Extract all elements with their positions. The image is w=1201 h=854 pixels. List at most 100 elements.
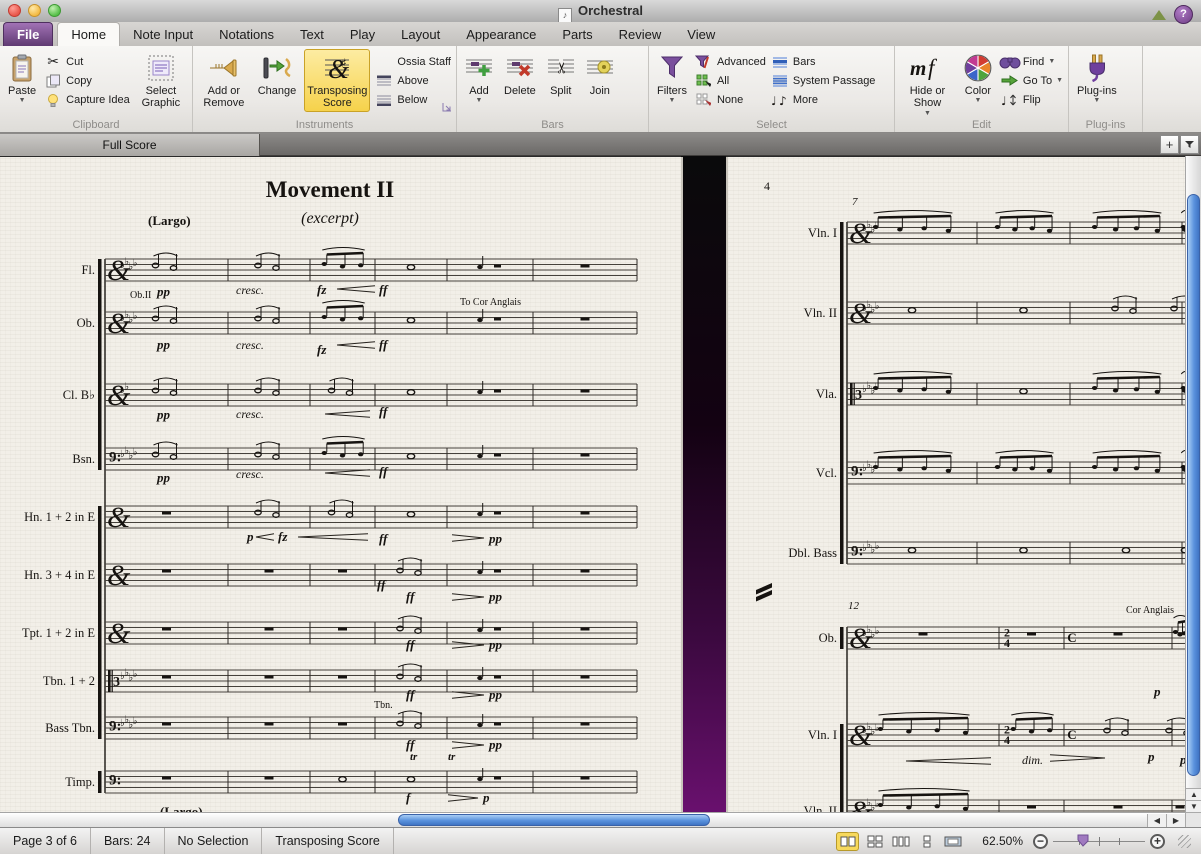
- left-page[interactable]: Fl.&♭♭♭♭Ob.&♭♭♭♭Cl. B♭&♭♭Bsn.9:♭♭♭♭Hn. 1…: [0, 157, 683, 827]
- zoom-out-button[interactable]: −: [1033, 834, 1048, 849]
- select-all-button-label: All: [717, 75, 729, 87]
- tab-review[interactable]: Review: [606, 23, 675, 46]
- system-passage-button[interactable]: System Passage: [771, 71, 876, 90]
- copy-button[interactable]: Copy: [44, 71, 130, 90]
- tab-text[interactable]: Text: [287, 23, 337, 46]
- view-mode-4-button[interactable]: [916, 833, 937, 850]
- resize-grip[interactable]: [1178, 835, 1191, 848]
- flip-button[interactable]: ♩Flip: [1001, 90, 1063, 109]
- tab-full-score[interactable]: Full Score: [0, 134, 260, 156]
- tab-play[interactable]: Play: [337, 23, 388, 46]
- vertical-scrollbar[interactable]: ▲▼: [1185, 156, 1201, 812]
- score-text: pp: [488, 687, 503, 702]
- cut-button-icon: ✂: [47, 54, 59, 70]
- horizontal-scrollbar[interactable]: ◀▶: [0, 812, 1185, 827]
- join-bars-button[interactable]: Join: [583, 49, 617, 99]
- bass-clef-icon: 9:: [109, 773, 122, 789]
- group-label-edit: Edit: [895, 119, 1068, 131]
- find-button[interactable]: Find▼: [1001, 52, 1063, 71]
- score-text: ff: [379, 531, 389, 546]
- ossia-below-button[interactable]: Below: [375, 90, 451, 109]
- ossia-above-button[interactable]: Above: [375, 71, 451, 90]
- add-or-remove-button[interactable]: Add or Remove: [198, 49, 250, 112]
- zoom-in-button[interactable]: +: [1150, 834, 1165, 849]
- dialog-launcher-icon[interactable]: [442, 99, 452, 117]
- select-more-button[interactable]: ♩♪More: [771, 90, 876, 109]
- add-bars-button-icon: [465, 57, 493, 79]
- svg-text:♭: ♭: [875, 626, 880, 637]
- select-none-button[interactable]: None: [695, 90, 766, 109]
- svg-text:♭: ♭: [133, 311, 138, 322]
- tab-file[interactable]: File: [3, 22, 53, 46]
- filters-button-icon: [659, 54, 685, 82]
- add-bars-button-label: Add: [469, 85, 489, 97]
- add-bars-button[interactable]: Add▼: [462, 49, 496, 106]
- v-scroll-thumb[interactable]: [1187, 194, 1200, 776]
- hide-or-show-button[interactable]: mfHide or Show▼: [900, 49, 955, 119]
- select-bars-button[interactable]: Bars: [771, 52, 876, 71]
- color-button[interactable]: Color▼: [960, 49, 996, 106]
- select-more-button-label: More: [793, 94, 818, 106]
- zoom-window-button[interactable]: [48, 4, 61, 17]
- tab-appearance[interactable]: Appearance: [453, 23, 549, 46]
- chevron-down-icon: ▼: [1048, 58, 1055, 65]
- score-text: pp: [488, 589, 503, 604]
- scroll-up-button[interactable]: ▲: [1186, 788, 1201, 800]
- tab-parts[interactable]: Parts: [549, 23, 605, 46]
- select-graphic-button[interactable]: Select Graphic: [135, 49, 187, 112]
- transposing-score-button[interactable]: &♯Transposing Score: [304, 49, 370, 112]
- tab-note-input[interactable]: Note Input: [120, 23, 206, 46]
- instrument-label: Fl.: [81, 263, 95, 277]
- tab-notations[interactable]: Notations: [206, 23, 287, 46]
- scroll-right-button[interactable]: ▶: [1166, 814, 1185, 827]
- filters-button[interactable]: Filters▼: [654, 49, 690, 106]
- copy-button-icon: [46, 74, 61, 88]
- tab-layout[interactable]: Layout: [388, 23, 453, 46]
- treble-clef-icon: &: [107, 617, 131, 650]
- instrument-label: Bsn.: [72, 452, 95, 466]
- view-mode-3-button[interactable]: [890, 833, 911, 850]
- slider-tick: [1119, 838, 1120, 845]
- paste-button[interactable]: Paste▼: [5, 49, 39, 106]
- advanced-select-button[interactable]: Advanced: [695, 52, 766, 71]
- capture-idea-button[interactable]: Capture Idea: [44, 90, 130, 109]
- tab-home[interactable]: Home: [57, 22, 120, 46]
- ribbon-group-edit: mfHide or Show▼Color▼ Find▼Go To▼♩Flip Edi…: [895, 46, 1069, 132]
- split-bar-button[interactable]: ✂Split: [544, 49, 578, 99]
- cut-button[interactable]: ✂Cut: [44, 52, 130, 71]
- help-button[interactable]: ?: [1174, 5, 1193, 24]
- new-tab-button[interactable]: +: [1160, 135, 1179, 154]
- minimize-button[interactable]: [28, 4, 41, 17]
- window-title: ♪Orchestral: [0, 0, 1201, 24]
- delete-bars-button-icon: [506, 57, 534, 79]
- view-mode-5-button[interactable]: [942, 833, 963, 850]
- close-button[interactable]: [8, 4, 21, 17]
- delete-bars-button[interactable]: Delete: [501, 49, 539, 99]
- view-mode-2-button[interactable]: [864, 833, 885, 850]
- view-mode-1-button[interactable]: [836, 832, 859, 851]
- scroll-left-button[interactable]: ◀: [1147, 814, 1166, 827]
- go-to-button[interactable]: Go To▼: [1001, 71, 1063, 90]
- svg-text:♭: ♭: [133, 258, 138, 269]
- right-page[interactable]: Vln. I&♭♭♭♭Vln. II&♭♭♭♭Vla.3♭♭♭♭Vcl.9:♭♭…: [726, 157, 1188, 827]
- score-text: 12: [848, 600, 860, 612]
- tab-view[interactable]: View: [674, 23, 728, 46]
- change-button[interactable]: Change: [255, 49, 300, 99]
- scroll-down-button[interactable]: ▼: [1186, 800, 1201, 812]
- svg-text:m: m: [910, 56, 926, 80]
- h-scroll-thumb[interactable]: [398, 814, 710, 826]
- minimize-ribbon-icon[interactable]: [1152, 10, 1166, 20]
- advanced-select-button-label: Advanced: [717, 56, 766, 68]
- alto-clef-icon: 3: [113, 675, 120, 690]
- group-label-select: Select: [649, 119, 894, 131]
- select-all-button[interactable]: All: [695, 71, 766, 90]
- ribbon-group-plug-ins: Plug-ins▼Plug-ins: [1069, 46, 1143, 132]
- instrument-label: Vln. I: [808, 226, 837, 240]
- chevron-down-icon: ▼: [19, 97, 26, 104]
- color-button-icon: [963, 53, 993, 83]
- plug-ins-button[interactable]: Plug-ins▼: [1074, 49, 1120, 106]
- zoom-slider[interactable]: [1053, 834, 1145, 848]
- tab-menu-button[interactable]: [1180, 135, 1199, 154]
- score-text: ff: [406, 589, 416, 604]
- zoom-slider-thumb[interactable]: [1077, 834, 1089, 850]
